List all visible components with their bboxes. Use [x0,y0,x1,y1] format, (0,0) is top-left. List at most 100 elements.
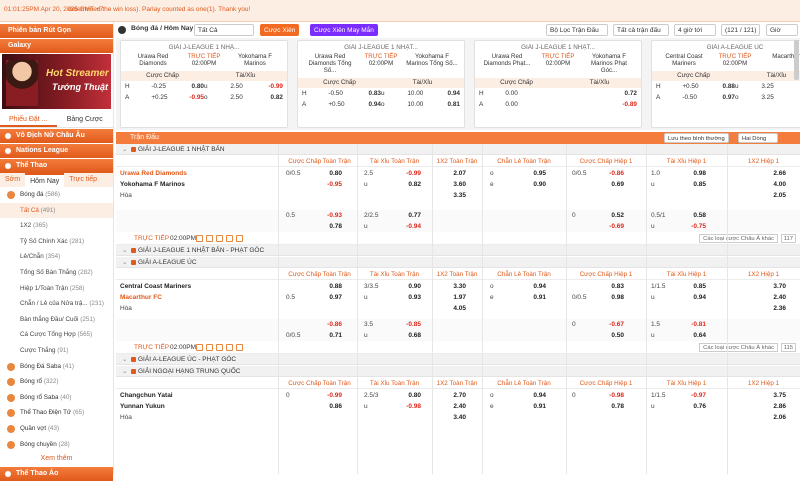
show-more-link[interactable]: Xem thêm [0,452,113,466]
featured-match-card[interactable]: GIẢI A-LEAGUE ÚC Central Coast Mariners TR… [651,40,800,128]
odds-cell[interactable]: 0.52 [600,210,624,221]
odds-cell[interactable]: 3.40 [442,412,466,423]
sidebar-item[interactable]: Hiệp 1/Toàn Trận (258) [0,281,113,297]
stats-icon[interactable] [216,235,223,242]
odds-cell[interactable]: 0.91 [522,401,546,412]
odds-cell[interactable]: -0.99 [318,390,342,401]
odds-cell[interactable]: 4.00 [762,179,786,190]
odds-cell[interactable]: 2.66 [762,168,786,179]
tab-today[interactable]: Hôm Nay [25,173,65,187]
sidebar-item[interactable]: Quần vợt (43) [0,421,113,437]
odds-cell[interactable]: 0.71 [318,330,342,341]
odds-cell[interactable]: 3.75 [762,390,786,401]
parlay-button[interactable]: Cược Xiên [260,24,300,36]
card-odds-cell[interactable]: 0.97 [709,92,735,103]
sidebar-item[interactable]: Bóng rổ Saba (40) [0,390,113,406]
sidebar-item[interactable]: Lẻ/Chẵn (354) [0,249,113,265]
card-odds-cell[interactable]: -0.99 [257,81,283,92]
odds-cell[interactable]: 0.80 [397,390,421,401]
odds-cell[interactable]: 0.76 [682,401,706,412]
view-mode-select[interactable]: Giờ [766,24,798,36]
odds-cell[interactable]: 0.98 [682,168,706,179]
odds-cell[interactable]: 0.58 [682,210,706,221]
odds-cell[interactable]: 0.95 [522,168,546,179]
sidebar-item[interactable]: Bóng Đá Saba (41) [0,359,113,375]
stats-icon[interactable] [236,344,243,351]
odds-cell[interactable]: -0.85 [397,319,421,330]
tab-live[interactable]: Trực tiếp [64,173,102,187]
card-odds-cell[interactable]: 0.81 [434,99,460,110]
odds-cell[interactable]: -0.69 [600,221,624,232]
odds-cell[interactable]: 0.85 [682,281,706,292]
odds-cell[interactable]: 0.98 [600,292,624,303]
odds-cell[interactable]: 0.64 [682,330,706,341]
card-odds-cell[interactable]: -0.95 [178,92,204,103]
sidebar-item[interactable]: Cá Cược Tổng Hợp (565) [0,327,113,343]
odds-cell[interactable]: 0.94 [682,292,706,303]
odds-cell[interactable]: 3.35 [442,190,466,201]
card-odds-cell[interactable]: 0.82 [257,92,283,103]
odds-cell[interactable]: 0.83 [600,281,624,292]
sidebar-item[interactable]: Bóng chuyền (28) [0,437,113,453]
cards-scrollbar[interactable] [794,40,799,80]
odds-cell[interactable]: 2.06 [762,412,786,423]
card-odds-row[interactable]: H +0.50 0.88 u 3.25 [652,81,800,92]
odds-cell[interactable]: 2.07 [442,168,466,179]
odds-cell[interactable]: 2.40 [442,401,466,412]
odds-cell[interactable]: 2.70 [442,390,466,401]
card-odds-row[interactable]: H -0.50 0.83 u 10.00 0.94 [298,88,464,99]
odds-cell[interactable]: -0.95 [318,179,342,190]
section-sports[interactable]: Thể Thao [0,159,113,173]
sort-select[interactable]: Lưu theo bình thường [664,133,729,143]
odds-cell[interactable]: 0.78 [600,401,624,412]
odds-line-select[interactable]: Hai Dòng [738,133,778,143]
odds-cell[interactable]: -0.86 [318,319,342,330]
sidebar-item[interactable]: 1X2 (365) [0,218,113,234]
card-odds-cell[interactable] [532,99,558,110]
card-odds-row[interactable]: A +0.25 -0.95 o 2.50 0.82 [121,92,287,103]
match-filter-select[interactable]: Bộ Lọc Trận Đấu [546,24,608,36]
odds-cell[interactable]: 0.94 [522,390,546,401]
odds-cell[interactable]: 2.36 [762,303,786,314]
card-odds-row[interactable]: H 0.00 0.72 [475,88,641,99]
sidebar-item[interactable]: Tổng Số Bàn Thắng (282) [0,265,113,281]
card-odds-row[interactable]: A 0.00 -0.89 [475,99,641,110]
card-odds-row[interactable]: A -0.50 0.97 o 3.25 [652,92,800,103]
stats-icon[interactable] [206,344,213,351]
card-odds-row[interactable]: H -0.25 0.80 u 2.50 -0.99 [121,81,287,92]
card-odds-row[interactable]: A +0.50 0.94 o 10.00 0.81 [298,99,464,110]
card-odds-cell[interactable]: 0.83 [355,88,381,99]
more-markets-count[interactable]: 115 [780,343,796,352]
card-odds-cell[interactable]: 0.88 [709,81,735,92]
odds-cell[interactable]: 0.68 [397,330,421,341]
card-odds-cell[interactable] [532,88,558,99]
odds-cell[interactable]: -0.94 [397,221,421,232]
odds-cell[interactable]: 0.94 [522,281,546,292]
stats-icon[interactable] [226,344,233,351]
tab-early[interactable]: Sớm [0,173,25,187]
card-odds-cell[interactable]: 0.80 [178,81,204,92]
card-odds-cell[interactable]: -0.89 [611,99,637,110]
featured-match-card[interactable]: GIẢI J-LEAGUE 1 NHẬT... Urawa Red Diamond… [297,40,465,128]
odds-cell[interactable]: -0.98 [397,401,421,412]
odds-cell[interactable]: -0.99 [397,168,421,179]
time-range-select[interactable]: 4 giờ tới [674,24,716,36]
odds-cell[interactable]: 0.90 [397,281,421,292]
odds-cell[interactable]: 1.97 [442,292,466,303]
odds-cell[interactable]: 0.91 [522,292,546,303]
all-matches-select[interactable]: Tất cả trận đấu [613,24,669,36]
stats-icon[interactable] [206,235,213,242]
card-odds-cell[interactable] [788,81,800,92]
league-header[interactable]: ⌄ GIẢI NGOẠI HẠNG TRUNG QUỐC [116,366,800,377]
stats-icon[interactable] [236,235,243,242]
lucky-parlay-button[interactable]: Cược Xiên May Mắn [310,24,378,36]
section-nations-league[interactable]: Nations League [0,144,113,158]
odds-cell[interactable]: 0.93 [397,292,421,303]
section-womens-euro[interactable]: Vô Địch Nữ Châu Âu [0,129,113,143]
league-header[interactable]: ⌄ GIẢI A-LEAGUE ÚC - PHẠT GÓC [116,354,800,365]
card-odds-cell[interactable]: 0.94 [355,99,381,110]
league-header[interactable]: ⌄ GIẢI J-LEAGUE 1 NHẬT BẢN - PHẠT GÓC [116,245,800,256]
sidebar-item[interactable]: Cược Thắng (91) [0,343,113,359]
section-virtual-sports[interactable]: Thể Thao Ảo [0,467,113,481]
stats-icon[interactable] [216,344,223,351]
